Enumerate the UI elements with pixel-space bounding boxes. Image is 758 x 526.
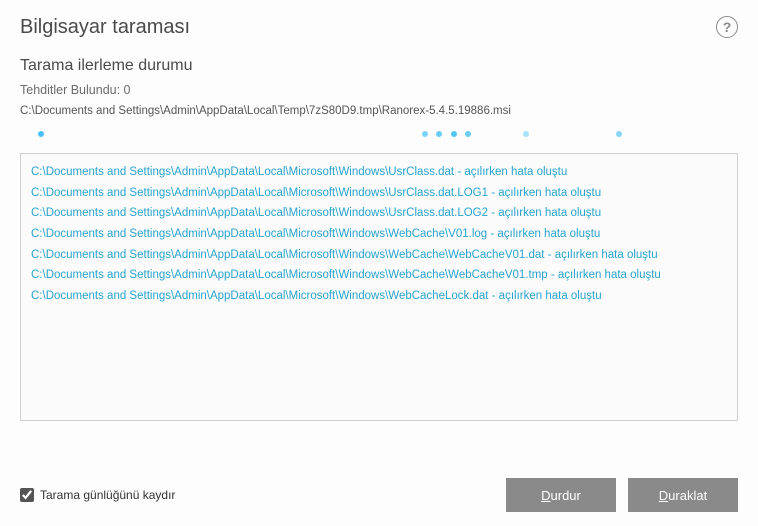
scroll-log-checkbox-group[interactable]: Tarama günlüğünü kaydır (20, 488, 175, 502)
threats-found-label: Tehditler Bulundu: 0 (20, 83, 738, 97)
progress-dot (38, 131, 44, 137)
scroll-log-label: Tarama günlüğünü kaydır (40, 488, 175, 502)
progress-dot (616, 131, 622, 137)
stop-button[interactable]: Durdur (506, 478, 616, 512)
log-line: C:\Documents and Settings\Admin\AppData\… (31, 162, 727, 183)
log-line: C:\Documents and Settings\Admin\AppData\… (31, 245, 727, 266)
progress-dot (465, 131, 471, 137)
button-row: Durdur Duraklat (506, 478, 738, 512)
help-icon[interactable]: ? (716, 16, 738, 38)
progress-dot (451, 131, 457, 137)
window-title: Bilgisayar taraması (20, 16, 190, 39)
scroll-log-checkbox[interactable] (20, 488, 34, 502)
scan-log-box[interactable]: C:\Documents and Settings\Admin\AppData\… (20, 153, 738, 421)
log-line: C:\Documents and Settings\Admin\AppData\… (31, 203, 727, 224)
progress-bar (20, 129, 738, 139)
progress-title: Tarama ilerleme durumu (20, 57, 738, 75)
progress-dot (523, 131, 529, 137)
footer: Tarama günlüğünü kaydır Durdur Duraklat (20, 478, 738, 512)
progress-dot (436, 131, 442, 137)
log-line: C:\Documents and Settings\Admin\AppData\… (31, 224, 727, 245)
log-line: C:\Documents and Settings\Admin\AppData\… (31, 265, 727, 286)
pause-button[interactable]: Duraklat (628, 478, 738, 512)
header: Bilgisayar taraması ? (0, 0, 758, 49)
log-line: C:\Documents and Settings\Admin\AppData\… (31, 286, 727, 307)
scan-window: Bilgisayar taraması ? Tarama ilerleme du… (0, 0, 758, 526)
content-area: Tarama ilerleme durumu Tehditler Bulundu… (0, 49, 758, 139)
log-line: C:\Documents and Settings\Admin\AppData\… (31, 183, 727, 204)
current-scan-file: C:\Documents and Settings\Admin\AppData\… (20, 105, 738, 117)
progress-dot (422, 131, 428, 137)
